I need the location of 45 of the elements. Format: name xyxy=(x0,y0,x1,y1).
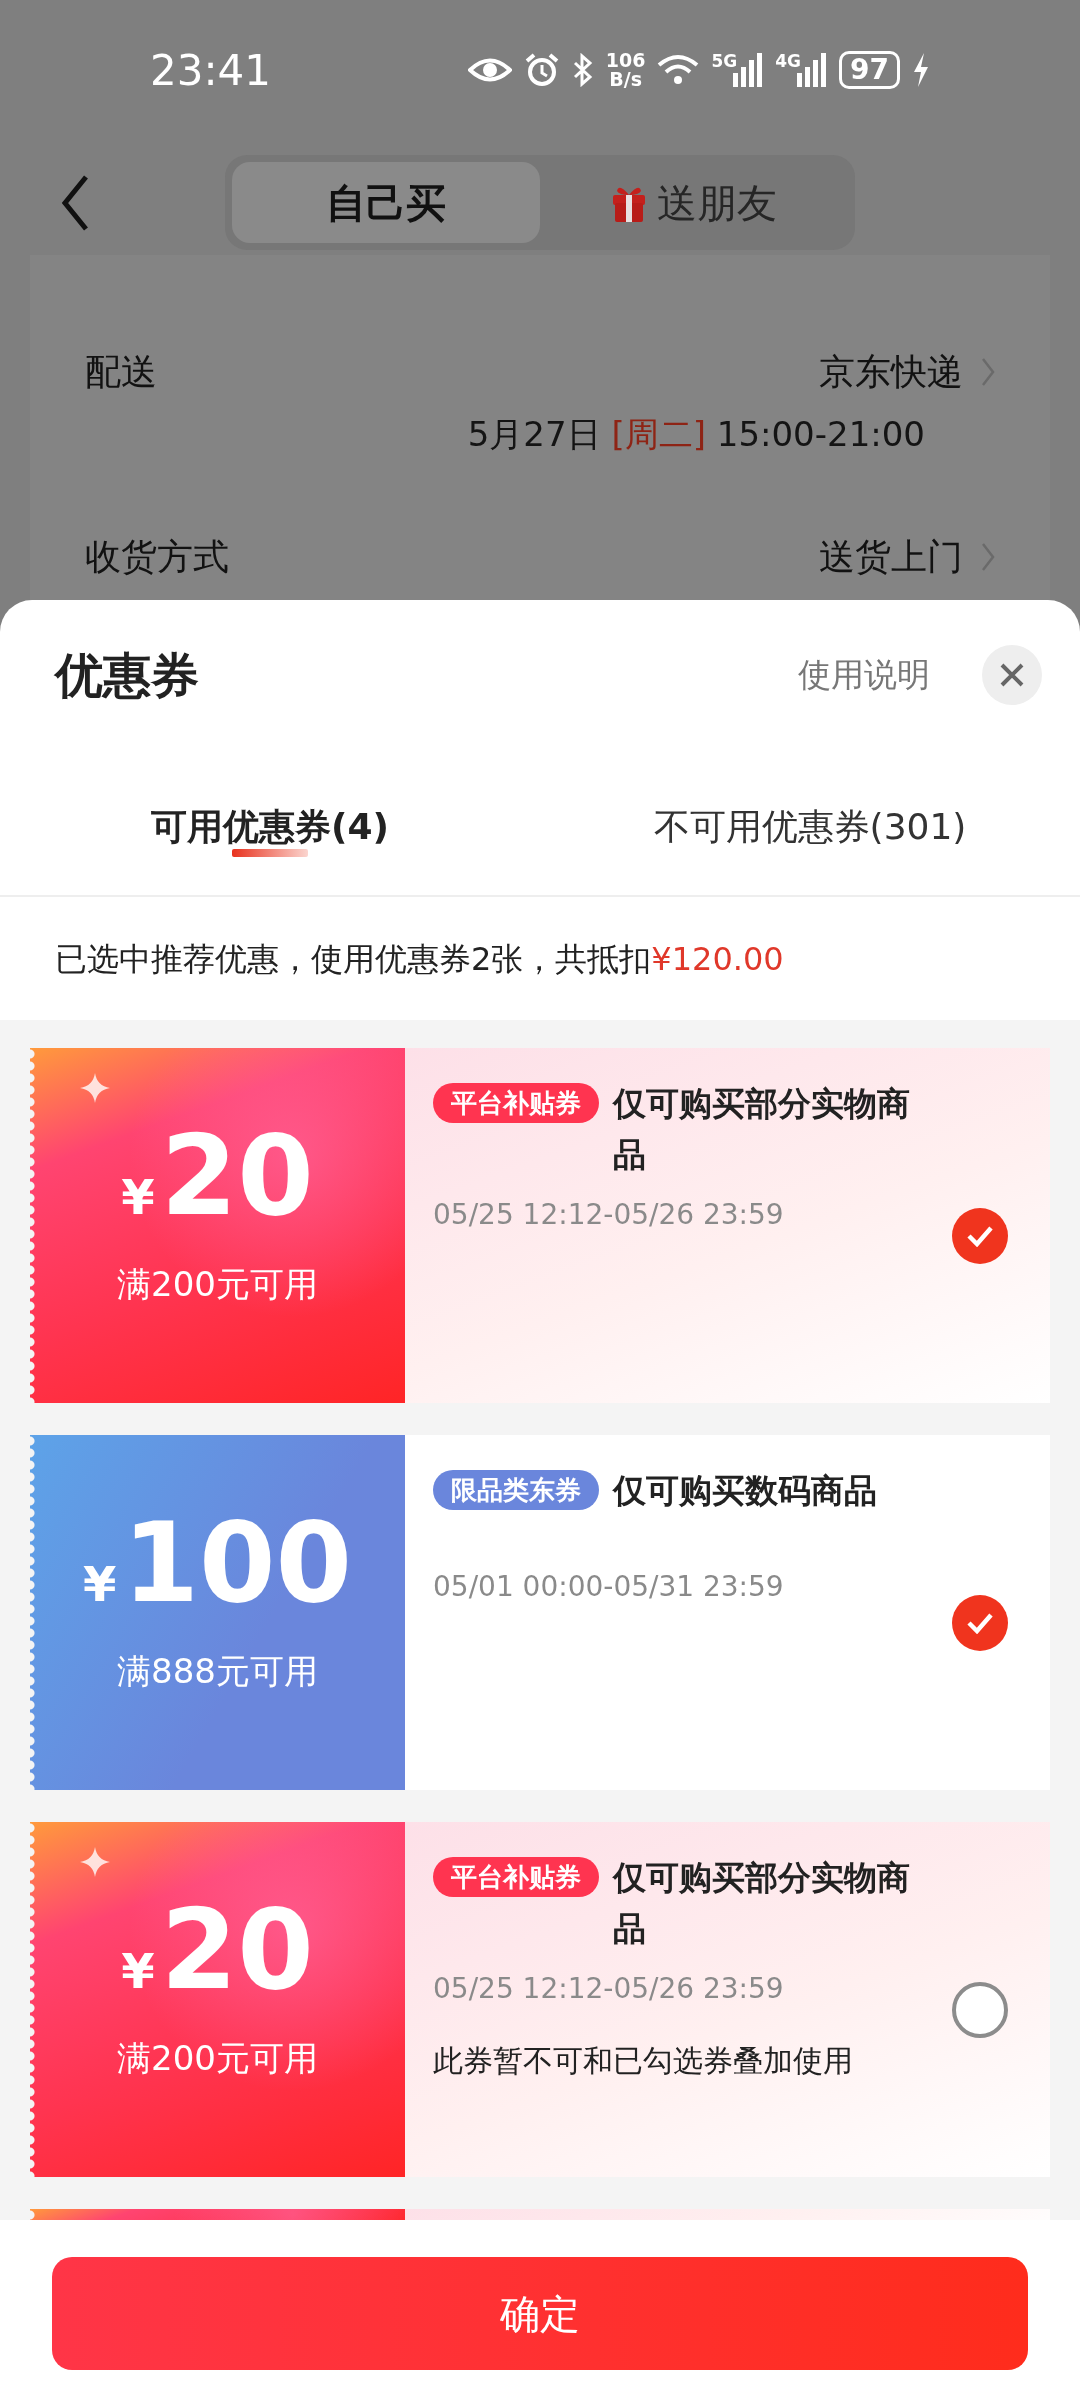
charging-icon xyxy=(912,53,930,87)
coupon-title: 仅可购买部分实物商品 xyxy=(613,1083,911,1176)
coupon-validity: 05/25 12:12-05/26 23:59 xyxy=(433,1971,785,2007)
network-speed: 106 B/s xyxy=(605,51,646,89)
sparkle-icon xyxy=(80,1073,110,1103)
coupon-condition: 满200元可用 xyxy=(117,1263,318,1306)
coupon-tab[interactable]: 可用优惠券(4) xyxy=(0,750,540,895)
checkmark-icon xyxy=(966,1611,994,1634)
coupon-validity: 05/25 12:12-05/26 23:59 xyxy=(433,1197,785,1233)
close-icon xyxy=(999,662,1025,688)
eye-icon xyxy=(467,55,512,85)
coupon-tag: 平台补贴券 xyxy=(433,1083,599,1123)
row-value: 送货上门 xyxy=(819,535,963,579)
delivery-time: 5月27日 [周二] 15:00-21:00 xyxy=(466,413,925,456)
coupon-condition: 满200元可用 xyxy=(117,2037,318,2080)
coupon-amount: ¥20 xyxy=(121,1121,314,1231)
checkmark-icon xyxy=(966,1224,994,1247)
row-label: 收货方式 xyxy=(85,535,229,579)
coupon-tag: 限品类东券 xyxy=(433,1470,599,1510)
row-label: 配送 xyxy=(85,350,157,394)
segment-tab[interactable]: 自己买 xyxy=(232,162,540,243)
row-value: 京东快递 xyxy=(819,350,963,394)
coupon-validity: 05/01 00:00-05/31 23:59 xyxy=(433,1569,785,1605)
coupon-title: 仅可购买部分实物商品 xyxy=(613,1857,911,1950)
coupon-note: 此券暂不可和已勾选券叠加使用 xyxy=(433,2042,854,2080)
segment-tab[interactable]: 送朋友 xyxy=(540,162,848,243)
help-link[interactable]: 使用说明 xyxy=(798,650,930,700)
sheet-title: 优惠券 xyxy=(55,646,200,705)
confirm-button[interactable]: 确定 xyxy=(52,2257,1028,2370)
coupon-tab[interactable]: 不可用优惠券(301) xyxy=(540,750,1080,895)
wifi-icon xyxy=(657,54,700,86)
cellular-signal: 4G xyxy=(775,53,828,87)
coupon-amount: ¥100 xyxy=(83,1508,352,1618)
battery-level: 97 xyxy=(839,51,900,89)
coupon-amount: ¥20 xyxy=(121,1895,314,2005)
select-checkbox[interactable] xyxy=(952,1981,1008,2038)
coupon-condition: 满888元可用 xyxy=(117,1650,318,1693)
alarm-icon xyxy=(523,52,560,88)
clock-time: 23:41 xyxy=(150,44,272,97)
coupon-tag: 平台补贴券 xyxy=(433,1857,599,1897)
bluetooth-icon xyxy=(571,53,594,87)
sparkle-icon xyxy=(80,1847,110,1877)
cellular-signal: 5G xyxy=(711,53,764,87)
coupon-title: 仅可购买数码商品 xyxy=(613,1470,878,1512)
selection-summary: 已选中推荐优惠，使用优惠券2张，共抵扣¥120.00 xyxy=(54,938,785,980)
